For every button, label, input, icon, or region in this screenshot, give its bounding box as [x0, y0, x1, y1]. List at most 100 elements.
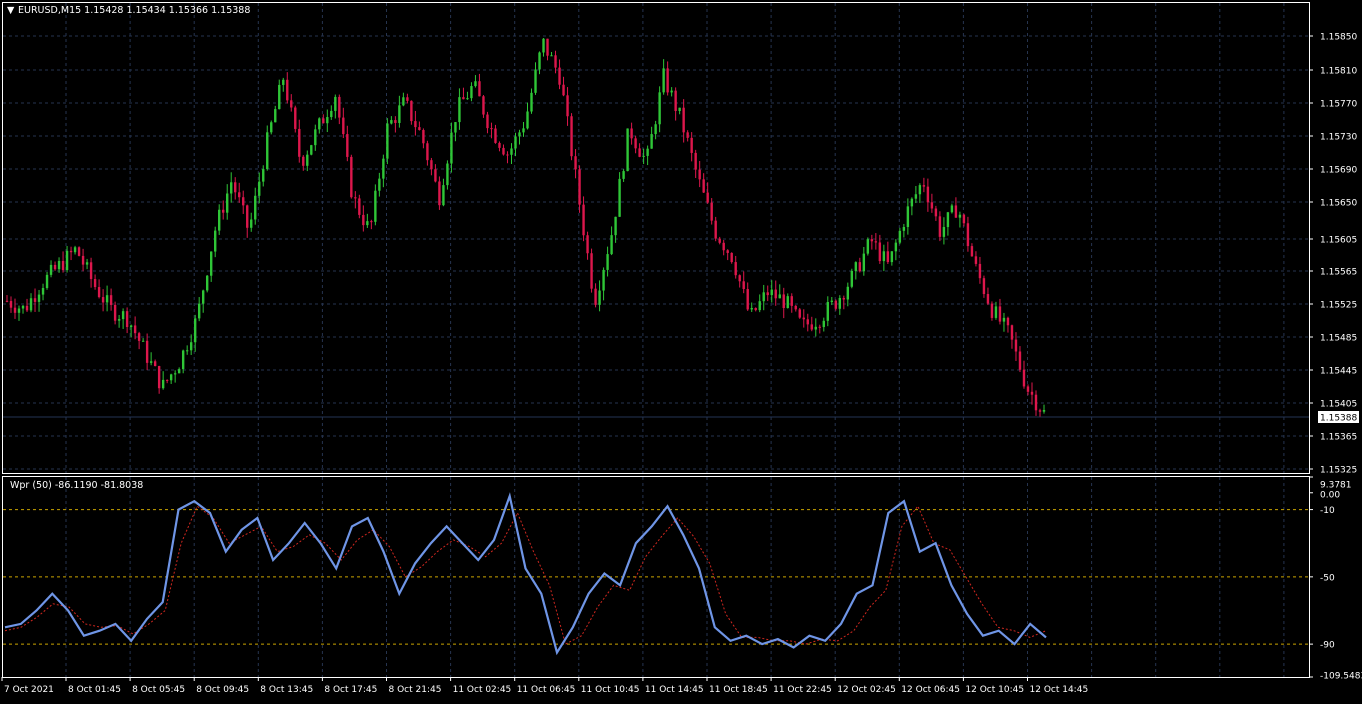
candle-body — [9, 301, 13, 308]
price-tick-label: 1.15325 — [1320, 466, 1357, 476]
candlesticks[interactable] — [5, 38, 1046, 417]
price-tick-label: 1.15525 — [1320, 301, 1357, 311]
candle-body — [149, 361, 153, 363]
candle-body — [274, 109, 277, 123]
candle-body — [642, 155, 645, 157]
candle-body — [286, 79, 289, 101]
candle-body — [145, 340, 149, 363]
candle-body — [29, 298, 33, 311]
candle-body — [37, 294, 41, 302]
candle-body — [85, 262, 89, 265]
candle-body — [510, 148, 513, 155]
candle-body — [81, 255, 85, 265]
candle-body — [426, 143, 429, 161]
candle-body — [5, 300, 9, 302]
candle-body — [338, 96, 341, 118]
candle-body — [422, 130, 425, 144]
candle-body — [105, 295, 109, 303]
candle-body — [1038, 410, 1042, 412]
candle-body — [1026, 386, 1030, 392]
wpr-level-lines — [3, 509, 1309, 645]
candle-body — [878, 242, 882, 262]
candle-body — [814, 326, 817, 330]
wpr-axis: 9.37810.00 -10 -50 -90 -109.5483 — [1309, 476, 1362, 682]
candle-body — [570, 116, 573, 157]
candle-body — [502, 147, 505, 155]
candle-body — [109, 295, 113, 305]
time-tick-label: 11 Oct 22:45 — [773, 685, 832, 695]
candle-body — [230, 182, 233, 194]
candle-body — [962, 214, 966, 224]
candle-body — [290, 100, 293, 108]
candle-body — [842, 297, 846, 300]
candle-body — [53, 264, 57, 270]
candle-body — [358, 198, 361, 215]
candle-body — [382, 158, 385, 179]
candle-body — [846, 286, 850, 300]
candle-body — [726, 250, 729, 253]
candle-body — [13, 307, 17, 313]
candle-body — [598, 290, 601, 305]
candle-body — [278, 84, 281, 110]
candle-body — [886, 251, 890, 263]
candle-body — [205, 275, 209, 291]
candle-body — [662, 68, 665, 93]
candle-body — [197, 303, 201, 319]
candle-body — [181, 350, 185, 370]
time-tick-label: 8 Oct 05:45 — [132, 685, 185, 695]
candle-body — [478, 81, 481, 97]
time-tick-label: 11 Oct 06:45 — [517, 685, 576, 695]
time-tick-label: 11 Oct 14:45 — [645, 685, 704, 695]
candle-body — [354, 197, 357, 199]
candle-body — [802, 317, 805, 320]
candle-body — [406, 97, 409, 101]
candle-body — [346, 134, 349, 157]
candle-body — [334, 96, 337, 111]
candle-body — [173, 373, 177, 375]
price-chart-pane[interactable]: ▼ EURUSD,M15 1.15428 1.15434 1.15366 1.1… — [2, 2, 1310, 474]
candle-body — [578, 169, 581, 205]
candle-body — [129, 325, 133, 328]
candle-body — [782, 294, 785, 309]
price-tick-label: 1.15730 — [1320, 133, 1357, 143]
candle-body — [93, 279, 97, 288]
candle-body — [882, 251, 886, 262]
price-tick-label: 1.15605 — [1320, 236, 1357, 246]
candle-body — [442, 185, 445, 206]
candle-body — [798, 309, 801, 318]
candle-body — [794, 305, 797, 310]
candle-body — [898, 230, 902, 243]
candle-body — [622, 171, 625, 179]
candle-body — [630, 128, 633, 139]
price-tick-label: 1.15770 — [1320, 100, 1357, 110]
candle-body — [590, 253, 593, 289]
wpr-indicator-pane[interactable]: Wpr (50) -86.1190 -81.8038 — [2, 476, 1310, 678]
price-tick-label: 1.15445 — [1320, 367, 1357, 377]
candle-body — [209, 251, 213, 276]
candle-body — [73, 247, 77, 253]
candle-body — [910, 198, 914, 207]
candle-body — [734, 262, 737, 276]
candle-body — [370, 221, 373, 223]
candle-body — [165, 379, 169, 381]
candle-body — [514, 136, 517, 149]
candle-body — [125, 311, 129, 328]
candle-body — [314, 129, 317, 146]
candle-body — [1014, 339, 1018, 352]
wpr-signal-line — [4, 505, 1047, 645]
candle-body — [266, 132, 269, 170]
candle-body — [69, 250, 73, 253]
candle-body — [21, 305, 25, 309]
candle-body — [250, 219, 253, 228]
candle-body — [258, 181, 261, 196]
header-arrow-icon[interactable]: ▼ — [7, 5, 15, 16]
current-price-label: 1.15388 — [1320, 414, 1357, 424]
candle-body — [670, 90, 673, 93]
candle-body — [546, 38, 549, 56]
candle-body — [534, 69, 537, 93]
candle-body — [990, 303, 994, 318]
candle-body — [326, 117, 329, 124]
candle-body — [402, 97, 405, 106]
candle-body — [634, 138, 637, 149]
chart-canvas[interactable]: ▼ EURUSD,M15 1.15428 1.15434 1.15366 1.1… — [0, 0, 1362, 700]
